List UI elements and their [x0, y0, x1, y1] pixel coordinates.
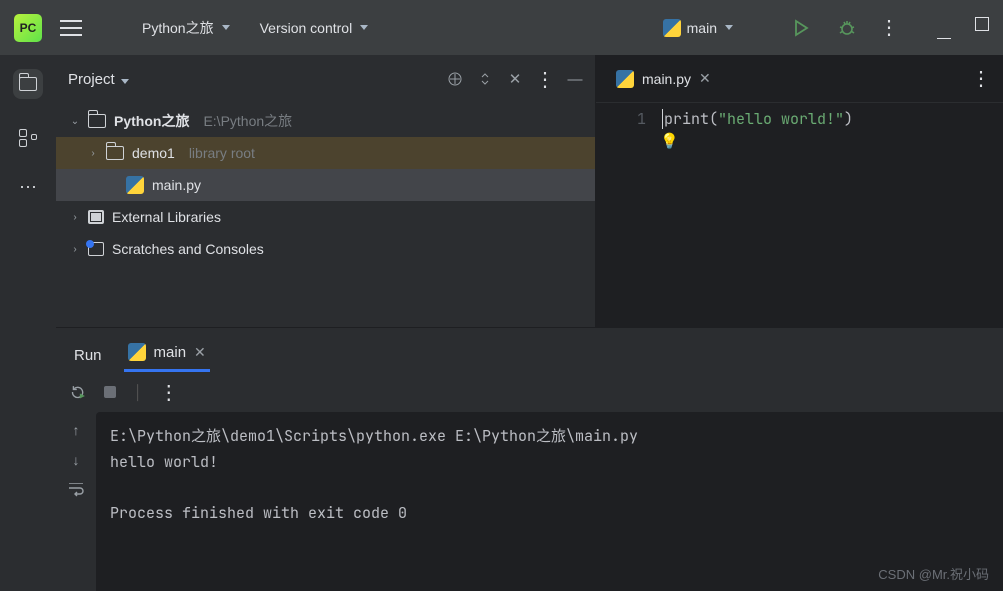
- project-name: Python之旅: [142, 18, 214, 38]
- line-number: 1: [596, 109, 646, 129]
- intention-bulb-icon[interactable]: 💡: [660, 131, 679, 151]
- demo-hint: library root: [189, 145, 255, 161]
- up-stack-icon[interactable]: ↑: [68, 422, 84, 438]
- tree-folder-demo1[interactable]: › demo1 library root: [56, 137, 595, 169]
- run-config-tab-label: main: [154, 344, 187, 361]
- close-run-tab-icon[interactable]: ✕: [194, 344, 206, 361]
- select-opened-file-icon[interactable]: [447, 71, 463, 87]
- folder-icon: [106, 146, 124, 160]
- project-tree: ⌄ Python之旅 E:\Python之旅 › demo1 library r…: [56, 103, 595, 267]
- project-tool-button[interactable]: [13, 69, 43, 99]
- run-button[interactable]: [787, 18, 815, 38]
- soft-wrap-icon[interactable]: [68, 482, 84, 498]
- demo-name: demo1: [132, 145, 175, 161]
- main-menu-button[interactable]: [60, 20, 82, 36]
- chevron-right-icon: ›: [70, 244, 80, 255]
- chevron-right-icon: ›: [88, 148, 98, 159]
- more-tools-button[interactable]: ⋯: [19, 177, 37, 198]
- window-maximize-button[interactable]: [975, 17, 989, 31]
- hide-panel-icon[interactable]: —: [567, 71, 583, 87]
- editor-more-icon[interactable]: ⋮: [971, 66, 991, 91]
- chevron-right-icon: ›: [70, 212, 80, 223]
- run-label: Run: [74, 347, 102, 364]
- vcs-dropdown[interactable]: Version control: [254, 16, 375, 40]
- editor-gutter: 1: [596, 103, 656, 327]
- python-icon: [616, 70, 634, 88]
- tree-file-main[interactable]: main.py: [56, 169, 595, 201]
- pycharm-logo: PC: [14, 14, 42, 42]
- run-config-dropdown[interactable]: main: [657, 15, 739, 41]
- code-editor[interactable]: print("hello world!") 💡: [656, 103, 853, 327]
- chevron-down-icon: ⌄: [70, 116, 80, 127]
- folder-icon: [88, 114, 106, 128]
- code-token: ): [844, 109, 853, 129]
- console-exit: Process finished with exit code 0: [110, 501, 989, 527]
- console-cmd: E:\Python之旅\demo1\Scripts\python.exe E:\…: [110, 424, 989, 450]
- window-minimize-button[interactable]: [937, 25, 951, 39]
- tree-root[interactable]: ⌄ Python之旅 E:\Python之旅: [56, 105, 595, 137]
- folder-icon: [19, 77, 37, 91]
- more-actions-button[interactable]: ⋮: [879, 15, 899, 40]
- rerun-button[interactable]: [70, 384, 86, 400]
- root-path: E:\Python之旅: [203, 111, 292, 131]
- project-name-dropdown[interactable]: Python之旅: [136, 14, 236, 42]
- expand-all-icon[interactable]: [477, 71, 493, 87]
- editor-tab-main[interactable]: main.py ✕: [608, 70, 719, 88]
- run-tool-label[interactable]: Run: [70, 339, 106, 372]
- code-token: (: [709, 109, 718, 129]
- project-panel-title-dropdown[interactable]: Project: [68, 71, 129, 88]
- scratch-label: Scratches and Consoles: [112, 241, 264, 257]
- tree-external-libraries[interactable]: › External Libraries: [56, 201, 595, 233]
- library-icon: [88, 210, 104, 224]
- panel-options-icon[interactable]: ⋮: [537, 71, 553, 87]
- console-output: hello world!: [110, 450, 989, 476]
- python-icon: [128, 343, 146, 361]
- vcs-label: Version control: [260, 20, 353, 36]
- debug-button[interactable]: [833, 18, 861, 38]
- file-name: main.py: [152, 177, 201, 193]
- code-token-fn: print: [664, 109, 709, 129]
- scratch-icon: [88, 242, 104, 256]
- stop-button[interactable]: [102, 384, 118, 400]
- run-console[interactable]: E:\Python之旅\demo1\Scripts\python.exe E:\…: [96, 412, 1003, 591]
- structure-tool-button[interactable]: [13, 123, 43, 153]
- close-panel-icon[interactable]: ✕: [507, 71, 523, 87]
- down-stack-icon[interactable]: ↓: [68, 452, 84, 468]
- run-more-button[interactable]: ⋮: [159, 380, 179, 405]
- code-token-string: "hello world!": [718, 109, 844, 129]
- editor-tab-label: main.py: [642, 71, 691, 87]
- project-panel-title: Project: [68, 71, 115, 88]
- python-icon: [663, 19, 681, 37]
- python-icon: [126, 176, 144, 194]
- root-name: Python之旅: [114, 111, 189, 131]
- tree-scratches[interactable]: › Scratches and Consoles: [56, 233, 595, 265]
- run-config-name: main: [687, 20, 717, 36]
- run-config-tab[interactable]: main ✕: [124, 335, 210, 372]
- close-tab-icon[interactable]: ✕: [699, 70, 711, 87]
- structure-icon: [19, 129, 37, 147]
- ext-lib-label: External Libraries: [112, 209, 221, 225]
